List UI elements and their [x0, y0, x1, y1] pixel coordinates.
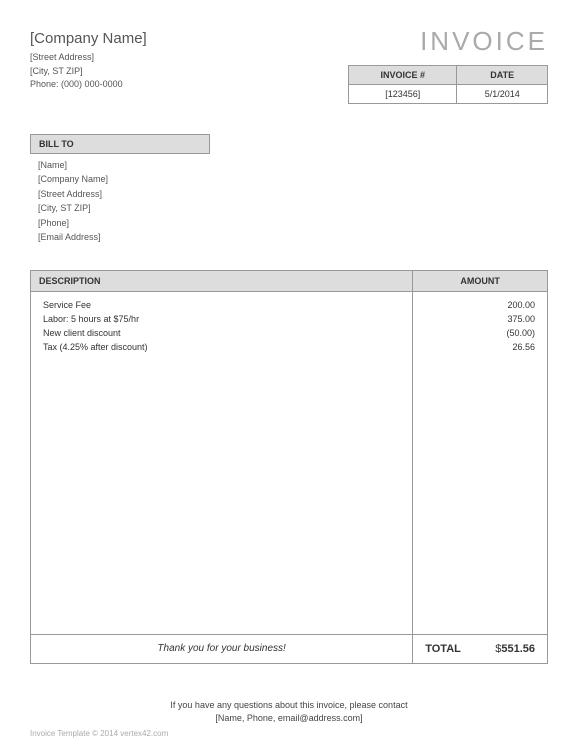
billto-city: [City, ST ZIP]	[38, 201, 540, 215]
meta-date-header: DATE	[457, 66, 548, 85]
item-amount: 26.56	[413, 340, 548, 354]
billto-company: [Company Name]	[38, 172, 540, 186]
item-desc: Labor: 5 hours at $75/hr	[31, 312, 413, 326]
total-cell: TOTAL $ 551.56	[413, 634, 548, 663]
thanks-message: Thank you for your business!	[31, 634, 413, 663]
company-street: [Street Address]	[30, 51, 348, 65]
billto-body: [Name] [Company Name] [Street Address] […	[30, 154, 548, 248]
spacer-row	[31, 354, 548, 634]
header: [Company Name] [Street Address] [City, S…	[30, 30, 548, 104]
meta-invoice-header: INVOICE #	[349, 66, 457, 85]
billto-header: BILL TO	[30, 134, 210, 154]
footnote-line1: If you have any questions about this inv…	[30, 699, 548, 713]
table-row: New client discount (50.00)	[31, 326, 548, 340]
meta-invoice-number: [123456]	[349, 85, 457, 104]
items-table: DESCRIPTION AMOUNT Service Fee 200.00 La…	[30, 270, 548, 664]
meta-table: INVOICE # DATE [123456] 5/1/2014	[348, 65, 548, 104]
col-description: DESCRIPTION	[31, 271, 413, 292]
item-amount: 200.00	[413, 292, 548, 313]
company-city: [City, ST ZIP]	[30, 65, 348, 79]
billto-name: [Name]	[38, 158, 540, 172]
total-label: TOTAL	[425, 643, 495, 655]
total-row: Thank you for your business! TOTAL $ 551…	[31, 634, 548, 663]
table-row: Tax (4.25% after discount) 26.56	[31, 340, 548, 354]
billto-phone: [Phone]	[38, 216, 540, 230]
item-desc: Service Fee	[31, 292, 413, 313]
col-amount: AMOUNT	[413, 271, 548, 292]
invoice-title: INVOICE	[348, 26, 548, 57]
copyright: Invoice Template © 2014 vertex42.com	[30, 729, 168, 738]
footnote: If you have any questions about this inv…	[30, 699, 548, 726]
footnote-line2: [Name, Phone, email@address.com]	[30, 712, 548, 726]
phone-label: Phone:	[30, 79, 59, 89]
company-phone: Phone: (000) 000-0000	[30, 78, 348, 92]
company-name: [Company Name]	[30, 30, 348, 47]
title-block: INVOICE INVOICE # DATE [123456] 5/1/2014	[348, 30, 548, 104]
item-desc: New client discount	[31, 326, 413, 340]
table-row: Service Fee 200.00	[31, 292, 548, 313]
table-row: Labor: 5 hours at $75/hr 375.00	[31, 312, 548, 326]
item-amount: 375.00	[413, 312, 548, 326]
total-value: 551.56	[501, 643, 535, 655]
billto-email: [Email Address]	[38, 230, 540, 244]
billto-street: [Street Address]	[38, 187, 540, 201]
company-block: [Company Name] [Street Address] [City, S…	[30, 30, 348, 92]
billto-section: BILL TO [Name] [Company Name] [Street Ad…	[30, 134, 548, 248]
phone-value: (000) 000-0000	[61, 79, 123, 89]
item-amount: (50.00)	[413, 326, 548, 340]
item-desc: Tax (4.25% after discount)	[31, 340, 413, 354]
meta-date: 5/1/2014	[457, 85, 548, 104]
